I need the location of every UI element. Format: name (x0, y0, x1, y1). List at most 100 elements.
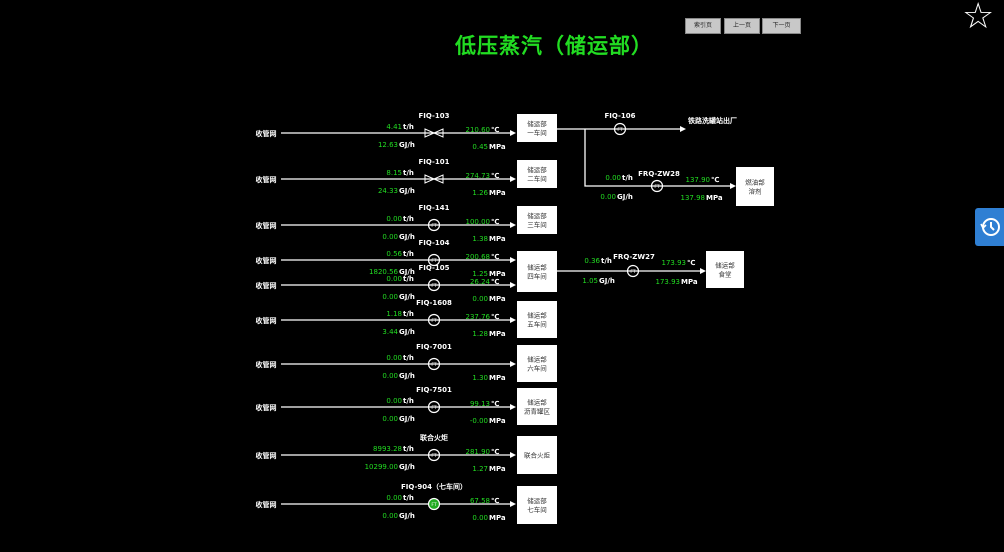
branch-zw27-flow-unit: t/h (601, 257, 612, 265)
branch-zw28-pressure-unit: MPa (706, 194, 723, 202)
row-1-pressure-unit: MPa (489, 143, 506, 151)
branch-zw28-arrow-icon (730, 183, 736, 189)
row-6-energy-unit: GJ/h (399, 328, 415, 336)
row-3-temp-unit: ℃ (491, 218, 499, 226)
branch-zw28-dest-box[interactable] (736, 167, 774, 206)
row-7-flowmeter-icon-label: FT (431, 362, 437, 368)
branch-zw27-temp: 173.93 (662, 259, 687, 267)
branch-zw28-temp: 137.90 (686, 176, 711, 184)
row-7-source-label: 收管网 (256, 360, 277, 369)
row-1-source-label: 收管网 (256, 129, 277, 138)
row-5-temp-unit: ℃ (491, 278, 499, 286)
row-3-source-label: 收管网 (256, 221, 277, 230)
row-8-flow: 0.00 (386, 397, 402, 405)
row-3-dest-box[interactable] (517, 206, 557, 234)
row-10-dest-box-label: 七车间 (527, 505, 547, 514)
row-2-source-label: 收管网 (256, 175, 277, 184)
branch-zw27-dest-box-label: 食堂 (719, 270, 733, 279)
branch-zw28-temp-unit: ℃ (711, 176, 719, 184)
row-7-dest-box-label: 储运部 (527, 355, 547, 364)
row-5-arrow-icon (510, 282, 516, 288)
row-3-dest-box-label: 储运部 (527, 211, 547, 220)
row-8-temp-unit: ℃ (491, 400, 499, 408)
row-10-flow: 0.00 (386, 494, 402, 502)
row-8-arrow-icon (510, 404, 516, 410)
row-4-flow-unit: t/h (403, 250, 414, 258)
row-3-flow-unit: t/h (403, 215, 414, 223)
row-3-pressure: 1.38 (472, 235, 488, 243)
row-6-dest-box-label: 五车间 (527, 320, 547, 329)
branch-zw28-energy-unit: GJ/h (617, 193, 633, 201)
row-6-dest-box-label: 储运部 (527, 311, 547, 320)
branch-zw28-pressure: 137.98 (681, 194, 706, 202)
row-2-energy-unit: GJ/h (399, 187, 415, 195)
row-10-source-label: 收管网 (256, 500, 277, 509)
row-5-flowmeter-icon-label: FT (431, 283, 437, 289)
row-8-pressure: -0.00 (470, 417, 488, 425)
branch-zw27-temp-unit: ℃ (687, 259, 695, 267)
branch-106-arrow-icon (680, 126, 686, 132)
row-8-pressure-unit: MPa (489, 417, 506, 425)
branch-zw27-energy: 1.05 (582, 277, 598, 285)
row-6-pressure-unit: MPa (489, 330, 506, 338)
branch-zw27-dest-box-label: 储运部 (715, 261, 735, 270)
row-10-temp: 67.58 (470, 497, 490, 505)
row-9-temp: 281.90 (466, 448, 491, 456)
branch-zw28-dest-box-label: 溶剂 (749, 187, 762, 196)
row-6-dest-box[interactable] (517, 301, 557, 338)
row-4-flow: 0.56 (386, 250, 402, 258)
row-8-dest-box[interactable] (517, 388, 557, 425)
row-4-dest-box-label: 四车间 (527, 272, 547, 281)
row-7-energy: 0.00 (382, 372, 398, 380)
row-4-dest-box[interactable] (517, 251, 557, 292)
branch-zw27-pressure-unit: MPa (681, 278, 698, 286)
row-1-temp: 210.60 (466, 126, 491, 134)
row-2-pressure: 1.26 (472, 189, 488, 197)
branch-zw27-flowmeter-icon-label: FT (630, 269, 636, 275)
row-9-flow: 8993.28 (373, 445, 402, 453)
row-6-source-label: 收管网 (256, 316, 277, 325)
row-1-tag: FIQ-103 (419, 112, 450, 120)
branch-zw27-flow: 0.36 (584, 257, 600, 265)
row-9-pressure: 1.27 (472, 465, 488, 473)
row-4-temp: 200.68 (466, 253, 491, 261)
row-7-arrow-icon (510, 361, 516, 367)
row-3-temp: 100.00 (466, 218, 491, 226)
row-3-tag: FIQ-141 (419, 204, 450, 212)
row-6-flowmeter-icon-label: FT (431, 318, 437, 324)
row-10-dest-box[interactable] (517, 486, 557, 524)
branch-zw28-flow-unit: t/h (622, 174, 633, 182)
row-1-dest-box[interactable] (517, 114, 557, 142)
row-1-energy-unit: GJ/h (399, 141, 415, 149)
row-4-pressure: 1.25 (472, 270, 488, 278)
row-2-dest-box[interactable] (517, 160, 557, 188)
row-5-flow-unit: t/h (403, 275, 414, 283)
row-7-energy-unit: GJ/h (399, 372, 415, 380)
row-6-pressure: 1.28 (472, 330, 488, 338)
row-4-source-label: 收管网 (256, 256, 277, 265)
row-7-dest-box[interactable] (517, 345, 557, 382)
row-9-tag: 联合火炬 (420, 433, 448, 442)
row-2-temp: 274.73 (466, 172, 491, 180)
row-2-dest-box-label: 储运部 (527, 165, 547, 174)
row-10-energy-unit: GJ/h (399, 512, 415, 520)
row-8-flow-unit: t/h (403, 397, 414, 405)
row-2-flow: 8.15 (386, 169, 402, 177)
row-4-tag: FIQ-104 (419, 239, 450, 247)
row-1-temp-unit: ℃ (491, 126, 499, 134)
row-10-tag: FIQ-904（七车间） (401, 482, 467, 491)
row-3-energy-unit: GJ/h (399, 233, 415, 241)
row-3-flowmeter-icon-label: FT (431, 223, 437, 229)
row-8-flowmeter-icon-label: FT (431, 405, 437, 411)
row-6-arrow-icon (510, 317, 516, 323)
row-6-tag: FIQ-1608 (416, 299, 452, 307)
row-10-temp-unit: ℃ (491, 497, 499, 505)
row-10-energy: 0.00 (382, 512, 398, 520)
branch-zw28-tag: FRQ-ZW28 (638, 170, 680, 178)
row-5-tag: FIQ-105 (419, 264, 450, 272)
row-2-dest-box-label: 二车间 (527, 174, 547, 183)
row-2-temp-unit: ℃ (491, 172, 499, 180)
row-9-energy: 10299.00 (365, 463, 398, 471)
branch-zw27-dest-box[interactable] (706, 251, 744, 288)
row-7-pressure-unit: MPa (489, 374, 506, 382)
